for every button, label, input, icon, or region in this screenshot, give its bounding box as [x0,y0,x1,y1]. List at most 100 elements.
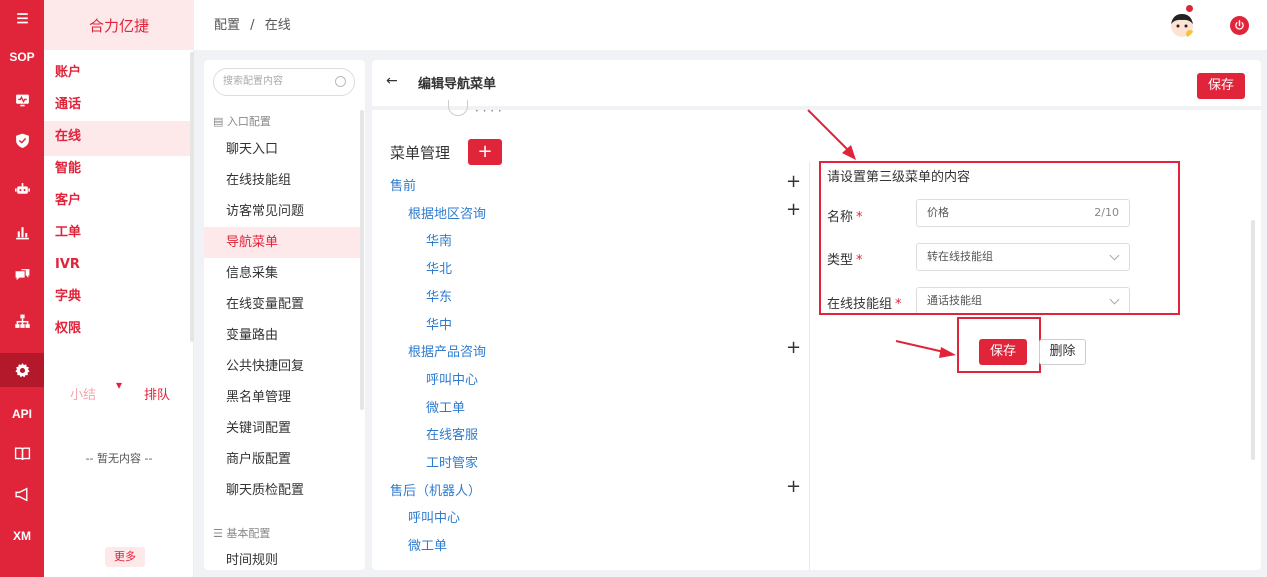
megaphone-icon[interactable] [0,477,44,511]
module-item[interactable]: 字典 [44,281,190,316]
group-title-entry-label: 入口配置 [226,115,271,128]
save-button[interactable]: 保存 [979,339,1027,365]
nav-item[interactable]: 在线技能组 [204,165,360,196]
module-item[interactable]: 智能 [44,153,190,188]
empty-state: -- 暂无内容 -- [85,452,153,465]
module-item[interactable]: 权限 [44,313,190,348]
robot-icon[interactable] [0,172,44,206]
module-sidebar: 合力亿捷 账户 通话 在线 智能 客户 工单 IVR 字典 权限 小结 ▾ 排队 -- 暂无内容… [44,0,194,577]
tree-item[interactable]: 华南 [426,230,452,249]
nav-item[interactable]: 公共快捷回复 [204,351,360,382]
brand-title: 合力亿捷 [44,0,194,50]
group-title-basic-label: 基本配置 [226,527,271,540]
config-nav-panel: 搜索配置内容 ▤ 入口配置 聊天入口 在线技能组 访客常见问题 导航菜单 信息采集 在线变… [204,60,365,570]
tree-item[interactable]: 根据地区咨询 [408,203,486,222]
module-scrollbar[interactable] [190,52,194,342]
nav-item[interactable]: 关键词配置 [204,413,360,444]
top-header: 配置 / 在线 [194,0,1267,50]
delete-button[interactable]: 删除 [1039,339,1086,365]
power-icon[interactable] [1230,16,1249,35]
tab-indicator-icon: ▾ [116,378,123,392]
tree-item[interactable]: 售后（机器人） [390,480,481,499]
rail-item-label: SOP [9,50,35,64]
nav-item[interactable]: 聊天质检配置 [204,475,360,506]
vertical-divider [809,162,810,570]
nav-item[interactable]: 变量路由 [204,320,360,351]
breadcrumb: 配置 / 在线 [214,14,297,33]
search-icon [335,76,346,87]
highlight-box [819,161,1180,315]
book-icon[interactable] [0,436,44,470]
chat-icon[interactable] [0,258,44,292]
nav-item[interactable]: 访客常见问题 [204,196,360,227]
more-button[interactable]: 更多 [105,547,145,567]
nav-item[interactable]: 信息采集 [204,258,360,289]
gear-icon[interactable] [0,353,44,387]
add-child-icon[interactable]: + [786,476,801,497]
top-save-button[interactable]: 保存 [1197,73,1245,99]
page-title: 编辑导航菜单 [418,77,497,92]
tree-item[interactable]: 微工单 [426,397,465,416]
nav-item[interactable]: 商户版配置 [204,444,360,475]
clipped-text: · · · · [475,104,502,112]
icon-rail: SOP API XM [0,0,44,577]
rail-item-xm[interactable]: XM [0,519,44,553]
module-item[interactable]: 在线 [44,121,190,156]
config-nav-scrollbar[interactable] [360,110,364,410]
module-item[interactable]: 账户 [44,57,190,92]
filter-icon: ☰ [213,527,227,540]
nav-item[interactable]: 聊天入口 [204,134,360,165]
tree-item[interactable]: 在线客服 [426,424,478,443]
tree-item[interactable]: 华中 [426,314,452,333]
menu-icon[interactable] [0,1,44,35]
nav-item-time-rules[interactable]: 时间规则 [204,545,360,570]
tree-item[interactable]: 呼叫中心 [426,369,478,388]
main-scrollbar[interactable] [1251,220,1255,460]
rail-item-sop[interactable]: SOP [0,40,44,74]
add-child-icon[interactable]: + [786,337,801,358]
group-title-basic: ☰ 基本配置 [213,525,270,541]
module-item[interactable]: 通话 [44,89,190,124]
tree-item[interactable]: 华东 [426,286,452,305]
group-title-entry: ▤ 入口配置 [213,113,271,129]
tree-item[interactable]: 华北 [426,258,452,277]
shield-icon[interactable] [0,123,44,157]
tree-item[interactable]: 根据产品咨询 [408,341,486,360]
queue-tabs: 小结 ▾ 排队 [44,378,194,408]
module-item[interactable]: 客户 [44,185,190,220]
breadcrumb-sep: / [250,18,255,33]
editor-area: · · · · 菜单管理 + 售前 + 根据地区咨询 + 华南华北华东华中根据产品咨询 +… [372,100,1261,570]
module-item[interactable]: 工单 [44,217,190,252]
add-menu-button[interactable]: + [468,139,502,165]
search-placeholder: 搜索配置内容 [223,76,283,87]
add-child-icon[interactable]: + [786,171,801,192]
main-panel: ← 编辑导航菜单 保存 · · · · 菜单管理 + 售前 + 根据地区咨询 + 华南华… [372,60,1261,570]
tab-queue[interactable]: 排队 [144,384,170,403]
tree-item[interactable]: 呼叫中心 [408,507,460,526]
avatar[interactable] [1169,12,1195,38]
breadcrumb-config[interactable]: 配置 [214,18,240,33]
radio-icon[interactable] [448,100,468,116]
back-arrow-icon[interactable]: ← [386,73,398,89]
monitor-icon[interactable] [0,83,44,117]
module-list: 账户 通话 在线 智能 客户 工单 IVR 字典 权限 [44,57,190,348]
rail-item-label: XM [13,529,31,543]
bar-chart-icon[interactable] [0,215,44,249]
list-icon: ▤ [213,115,227,128]
nav-item[interactable]: 黑名单管理 [204,382,360,413]
rail-item-label: API [11,407,32,421]
org-icon[interactable] [0,304,44,338]
menu-heading: 菜单管理 [390,144,451,162]
breadcrumb-online: 在线 [264,18,291,33]
add-child-icon[interactable]: + [786,199,801,220]
tab-summary[interactable]: 小结 [70,384,96,403]
tree-item[interactable]: 工时管家 [426,452,478,471]
module-item[interactable]: IVR [44,249,190,284]
nav-item[interactable]: 在线变量配置 [204,289,360,320]
nav-item[interactable]: 导航菜单 [204,227,360,258]
tree-item[interactable]: 微工单 [408,535,447,554]
rail-item-api[interactable]: API [0,397,44,431]
search-input[interactable]: 搜索配置内容 [213,68,355,96]
notification-dot [1186,5,1193,12]
tree-item[interactable]: 售前 [390,175,416,194]
